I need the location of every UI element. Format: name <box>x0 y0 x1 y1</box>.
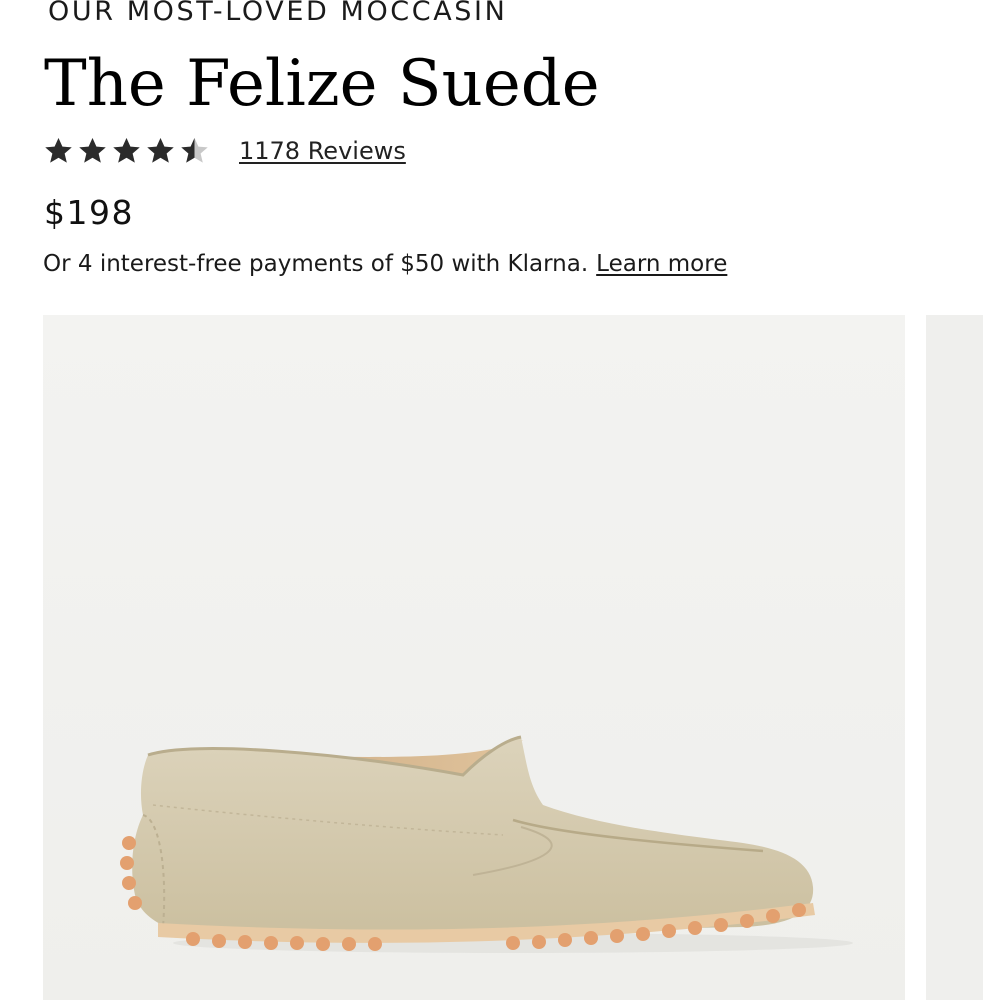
star-full-icon <box>43 136 74 166</box>
product-price: $198 <box>44 193 134 232</box>
star-rating <box>43 136 210 166</box>
product-image-gallery[interactable] <box>43 315 905 1000</box>
product-title: The Felize Suede <box>44 47 600 121</box>
star-half-icon <box>179 136 210 166</box>
product-rating[interactable]: 1178 Reviews <box>43 136 406 166</box>
learn-more-link[interactable]: Learn more <box>596 251 727 277</box>
product-eyebrow: OUR MOST-LOVED MOCCASIN <box>48 0 508 27</box>
star-full-icon <box>145 136 176 166</box>
star-full-icon <box>77 136 108 166</box>
klarna-payment-message: Or 4 interest-free payments of $50 with … <box>43 251 727 277</box>
next-image-peek[interactable] <box>926 315 983 1000</box>
klarna-text: Or 4 interest-free payments of $50 with … <box>43 251 589 277</box>
suede-moccasin-image <box>43 315 905 1000</box>
star-full-icon <box>111 136 142 166</box>
reviews-link[interactable]: 1178 Reviews <box>239 137 406 165</box>
